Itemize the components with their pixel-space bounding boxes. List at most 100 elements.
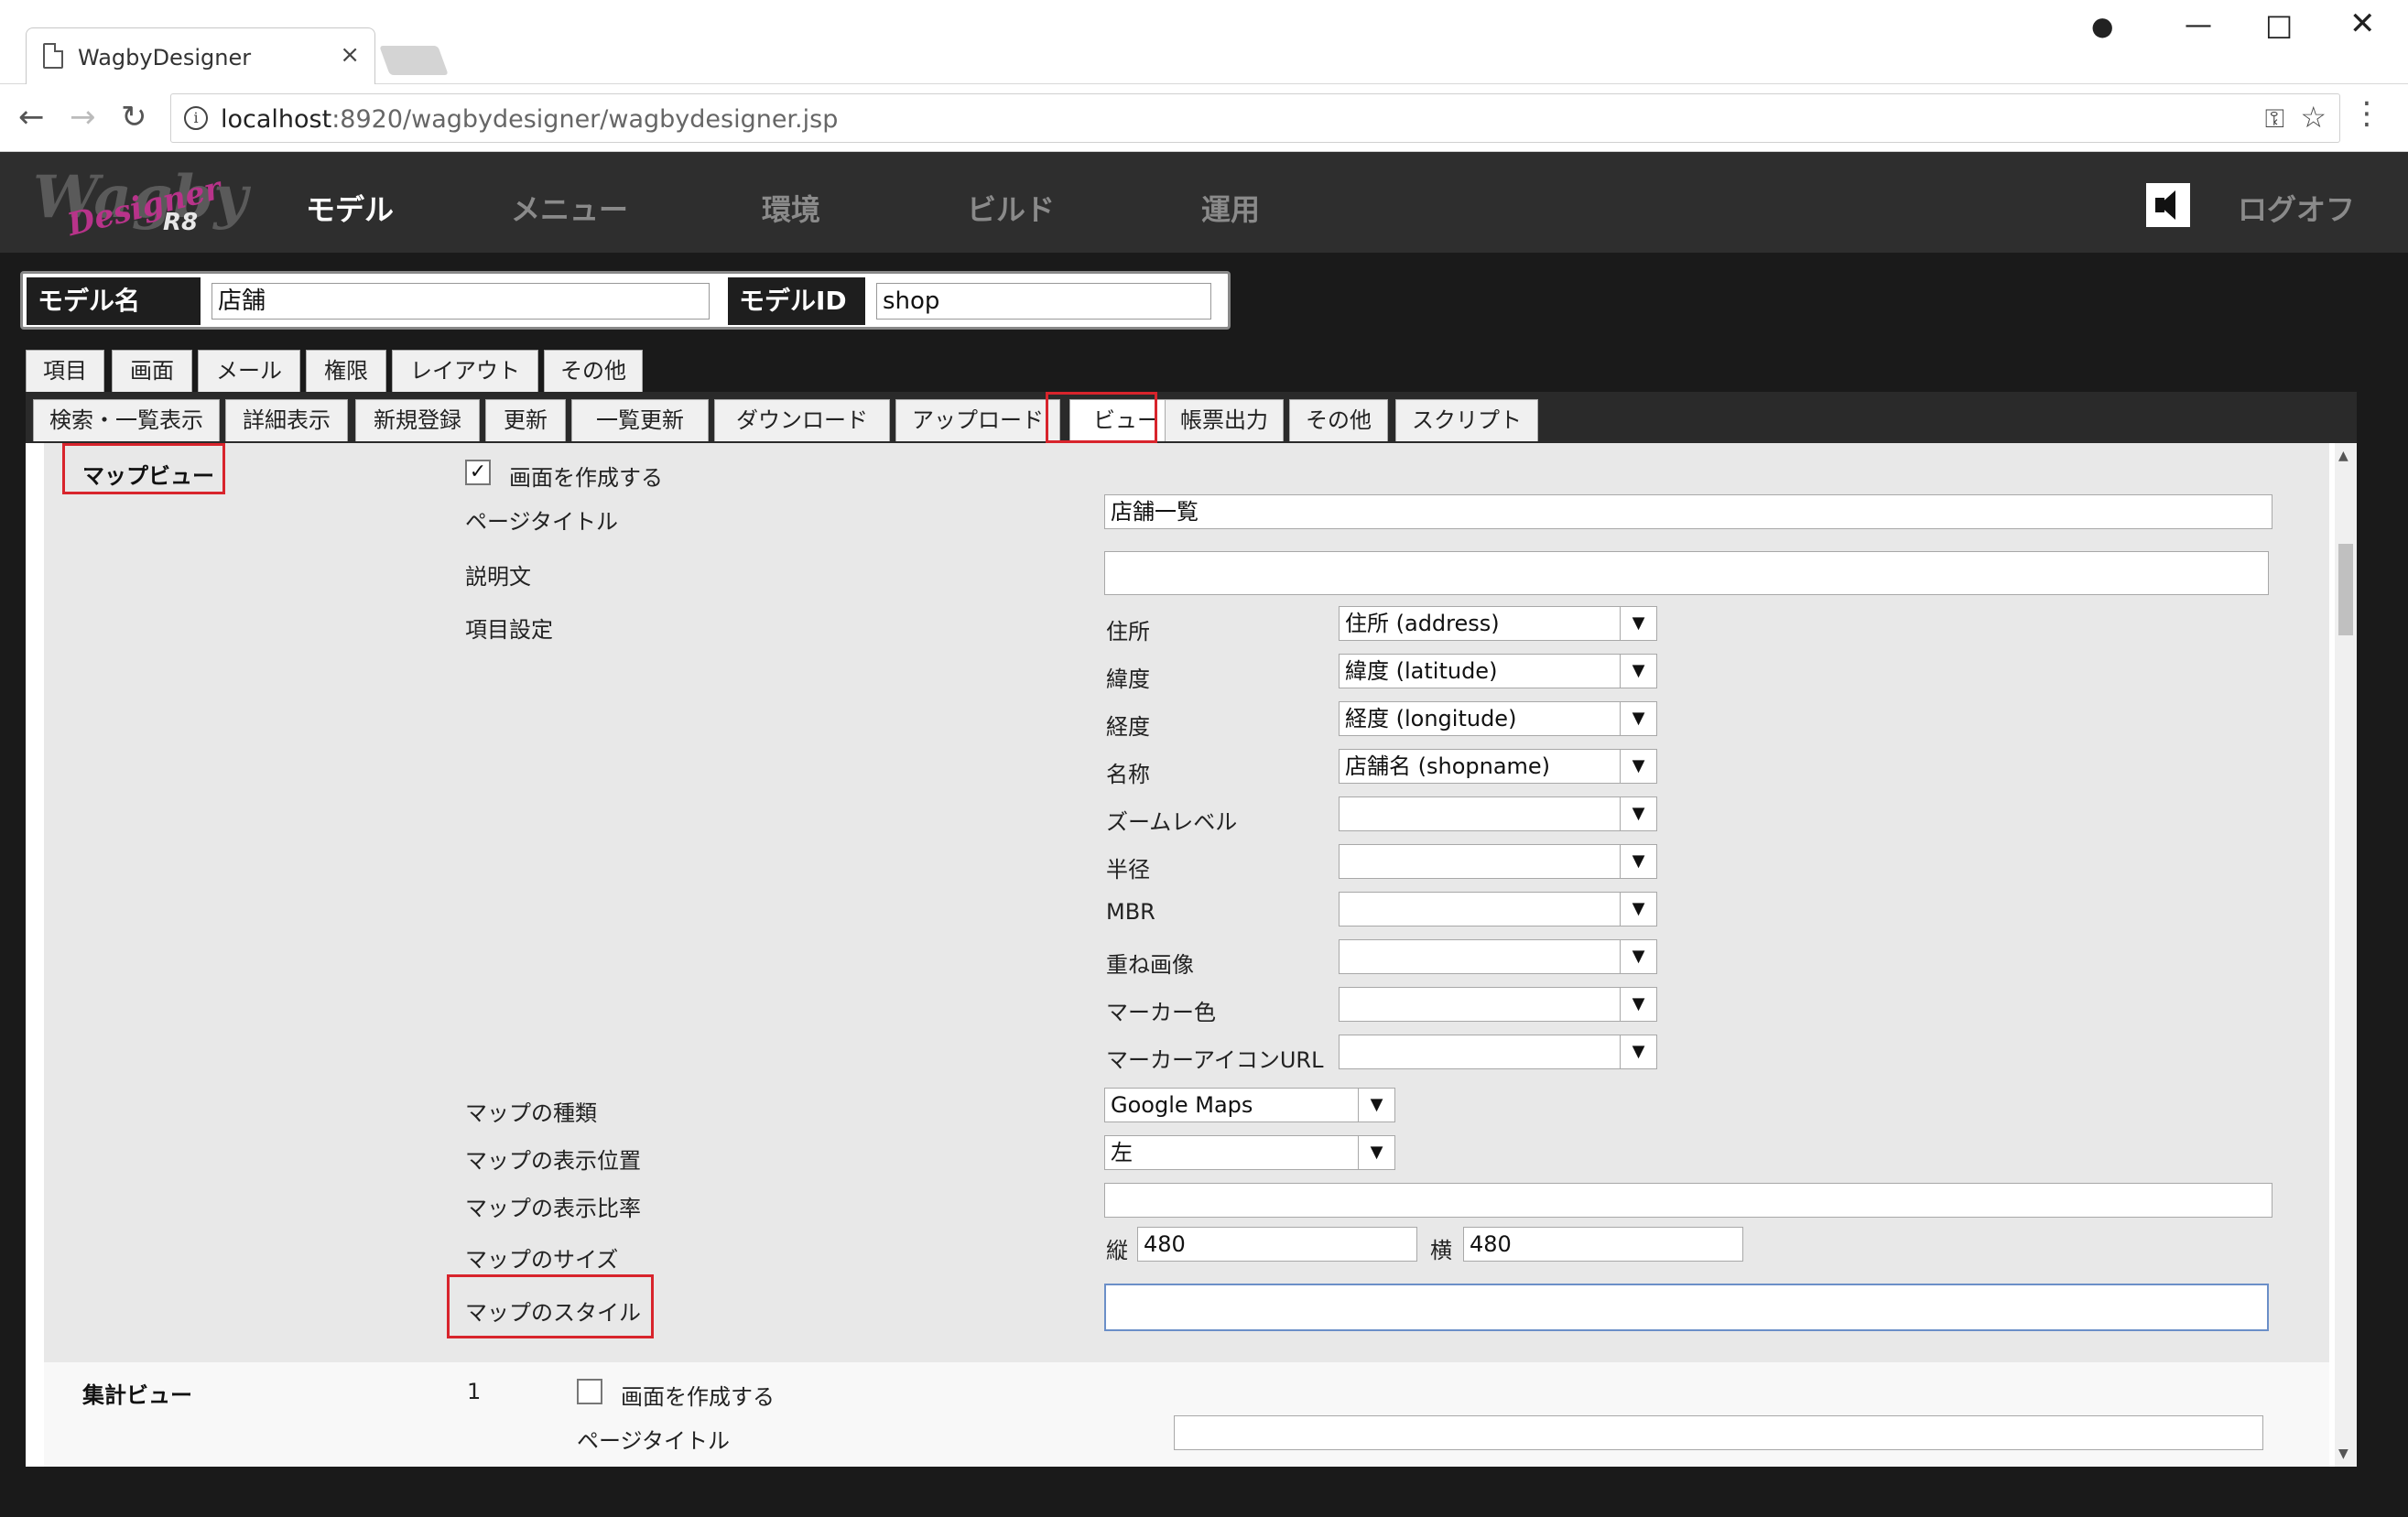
back-icon[interactable]: ← [18, 99, 45, 135]
highlight-mapview-title [62, 443, 225, 494]
item-select-address[interactable]: 住所 (address) ▼ [1339, 606, 1657, 641]
tab-mail[interactable]: メール [198, 350, 300, 392]
mapview-create-label: 画面を作成する [509, 465, 663, 491]
top-navigation: Wagby Designer R8 モデル メニュー 環境 ビルド 運用 ログオ… [0, 152, 2408, 253]
maximize-icon[interactable]: □ [2265, 7, 2293, 42]
nav-operation[interactable]: 運用 [1201, 187, 1260, 229]
highlight-map-style-label [447, 1274, 654, 1338]
url-field[interactable]: i localhost:8920/wagbydesigner/wagbydesi… [170, 93, 2340, 143]
tab-bulk-update[interactable]: 一覧更新 [571, 399, 709, 441]
map-size-label: マップのサイズ [465, 1247, 619, 1273]
app-root: Wagby Designer R8 モデル メニュー 環境 ビルド 運用 ログオ… [0, 152, 2408, 1517]
url-text: localhost:8920/wagbydesigner/wagbydesign… [221, 105, 839, 134]
chevron-down-icon: ▼ [1620, 940, 1656, 973]
scroll-up-icon[interactable]: ▲ [2338, 449, 2348, 463]
tab-update[interactable]: 更新 [485, 399, 566, 441]
item-select-latitude[interactable]: 緯度 (latitude) ▼ [1339, 654, 1657, 688]
tab-other-2[interactable]: その他 [1289, 399, 1388, 441]
tab-permission[interactable]: 権限 [306, 350, 386, 392]
summaryview-page-title-field[interactable] [1174, 1415, 2263, 1450]
tab-script[interactable]: スクリプト [1395, 399, 1538, 441]
item-select-radius[interactable]: ▼ [1339, 844, 1657, 879]
map-ratio-field[interactable] [1104, 1183, 2272, 1218]
tab-items[interactable]: 項目 [26, 350, 104, 392]
item-select-marker-icon-url[interactable]: ▼ [1339, 1035, 1657, 1069]
item-select-marker-color[interactable]: ▼ [1339, 987, 1657, 1022]
item-label-name: 名称 [1106, 762, 1150, 787]
browser-menu-icon[interactable]: ⋮ [2351, 95, 2382, 132]
description-field[interactable] [1104, 551, 2269, 595]
secondary-tabs: 検索・一覧表示 詳細表示 新規登録 更新 一覧更新 ダウンロード アップロード … [26, 392, 2357, 443]
map-position-label: マップの表示位置 [465, 1148, 641, 1174]
item-label-marker-color: マーカー色 [1106, 1000, 1216, 1025]
scroll-down-icon[interactable]: ▼ [2338, 1447, 2348, 1461]
highlight-view-tab [1046, 392, 1157, 443]
map-style-field[interactable] [1104, 1284, 2269, 1331]
map-height-field[interactable]: 480 [1137, 1227, 1417, 1262]
summaryview-index: 1 [467, 1379, 482, 1404]
window-close-icon[interactable]: ✕ [2349, 5, 2376, 42]
tab-screen[interactable]: 画面 [112, 350, 192, 392]
minimize-icon[interactable]: — [2185, 9, 2212, 41]
tab-search-list[interactable]: 検索・一覧表示 [33, 399, 220, 441]
model-id-label: モデルID [728, 277, 865, 325]
browser-tab[interactable]: WagbyDesigner × [26, 27, 375, 84]
tab-report[interactable]: 帳票出力 [1165, 399, 1284, 441]
item-select-overlay[interactable]: ▼ [1339, 939, 1657, 974]
item-label-mbr: MBR [1106, 899, 1155, 925]
scrollbar-thumb[interactable] [2338, 544, 2353, 635]
chevron-down-icon: ▼ [1620, 1035, 1656, 1068]
model-id-field[interactable]: shop [876, 283, 1211, 320]
speaker-icon[interactable] [2146, 183, 2190, 227]
address-bar: ← → ↻ i localhost:8920/wagbydesigner/wag… [0, 84, 2408, 152]
new-tab-button[interactable] [379, 46, 449, 75]
tab-download[interactable]: ダウンロード [714, 399, 890, 441]
item-select-name[interactable]: 店舗名 (shopname) ▼ [1339, 749, 1657, 784]
item-select-zoom[interactable]: ▼ [1339, 796, 1657, 831]
summaryview-page-title-label: ページタイトル [577, 1428, 731, 1454]
chevron-down-icon: ▼ [1620, 845, 1656, 878]
chevron-down-icon: ▼ [1620, 797, 1656, 830]
item-select-longitude[interactable]: 経度 (longitude) ▼ [1339, 701, 1657, 736]
forward-icon[interactable]: → [70, 99, 96, 135]
map-position-select[interactable]: 左 ▼ [1104, 1135, 1395, 1170]
item-label-overlay: 重ね画像 [1106, 952, 1194, 978]
summaryview-title: 集計ビュー [82, 1382, 192, 1408]
chevron-down-icon: ▼ [1620, 702, 1656, 735]
map-type-label: マップの種類 [465, 1100, 597, 1126]
item-select-mbr[interactable]: ▼ [1339, 892, 1657, 926]
info-icon[interactable]: i [184, 106, 208, 130]
page-title-field[interactable]: 店舗一覧 [1104, 494, 2272, 529]
account-icon[interactable]: ● [2091, 11, 2113, 41]
bookmark-star-icon[interactable]: ☆ [2300, 100, 2327, 135]
summaryview-create-checkbox[interactable] [577, 1379, 602, 1404]
nav-model[interactable]: モデル [306, 187, 394, 229]
tab-detail[interactable]: 詳細表示 [225, 399, 348, 441]
chevron-down-icon: ▼ [1620, 988, 1656, 1021]
item-label-zoom: ズームレベル [1106, 809, 1238, 835]
map-height-label: 縦 [1106, 1238, 1128, 1263]
map-width-field[interactable]: 480 [1463, 1227, 1743, 1262]
browser-tab-strip: WagbyDesigner × ● — □ ✕ [0, 0, 2408, 84]
tab-layout[interactable]: レイアウト [392, 350, 538, 392]
map-type-select[interactable]: Google Maps ▼ [1104, 1088, 1395, 1122]
tab-close-icon[interactable]: × [340, 41, 360, 69]
chevron-down-icon: ▼ [1358, 1089, 1394, 1121]
nav-environment[interactable]: 環境 [762, 187, 820, 229]
model-name-field[interactable]: 店舗 [212, 283, 710, 320]
vertical-scrollbar[interactable]: ▲ ▼ [2335, 443, 2357, 1467]
mapview-create-checkbox[interactable]: ✓ [465, 460, 491, 485]
item-label-marker-icon-url: マーカーアイコンURL [1106, 1047, 1324, 1073]
nav-build[interactable]: ビルド [967, 187, 1055, 229]
logoff-link[interactable]: ログオフ [2238, 187, 2355, 229]
item-label-latitude: 緯度 [1106, 666, 1150, 692]
page-icon [43, 43, 63, 69]
reload-icon[interactable]: ↻ [121, 99, 147, 135]
key-icon[interactable]: ⚿ [2265, 103, 2284, 135]
chevron-down-icon: ▼ [1358, 1136, 1394, 1169]
tab-other[interactable]: その他 [544, 350, 643, 392]
nav-menu[interactable]: メニュー [511, 187, 628, 229]
tab-new[interactable]: 新規登録 [355, 399, 480, 441]
item-label-radius: 半径 [1106, 857, 1150, 883]
tab-upload[interactable]: アップロード [895, 399, 1060, 441]
